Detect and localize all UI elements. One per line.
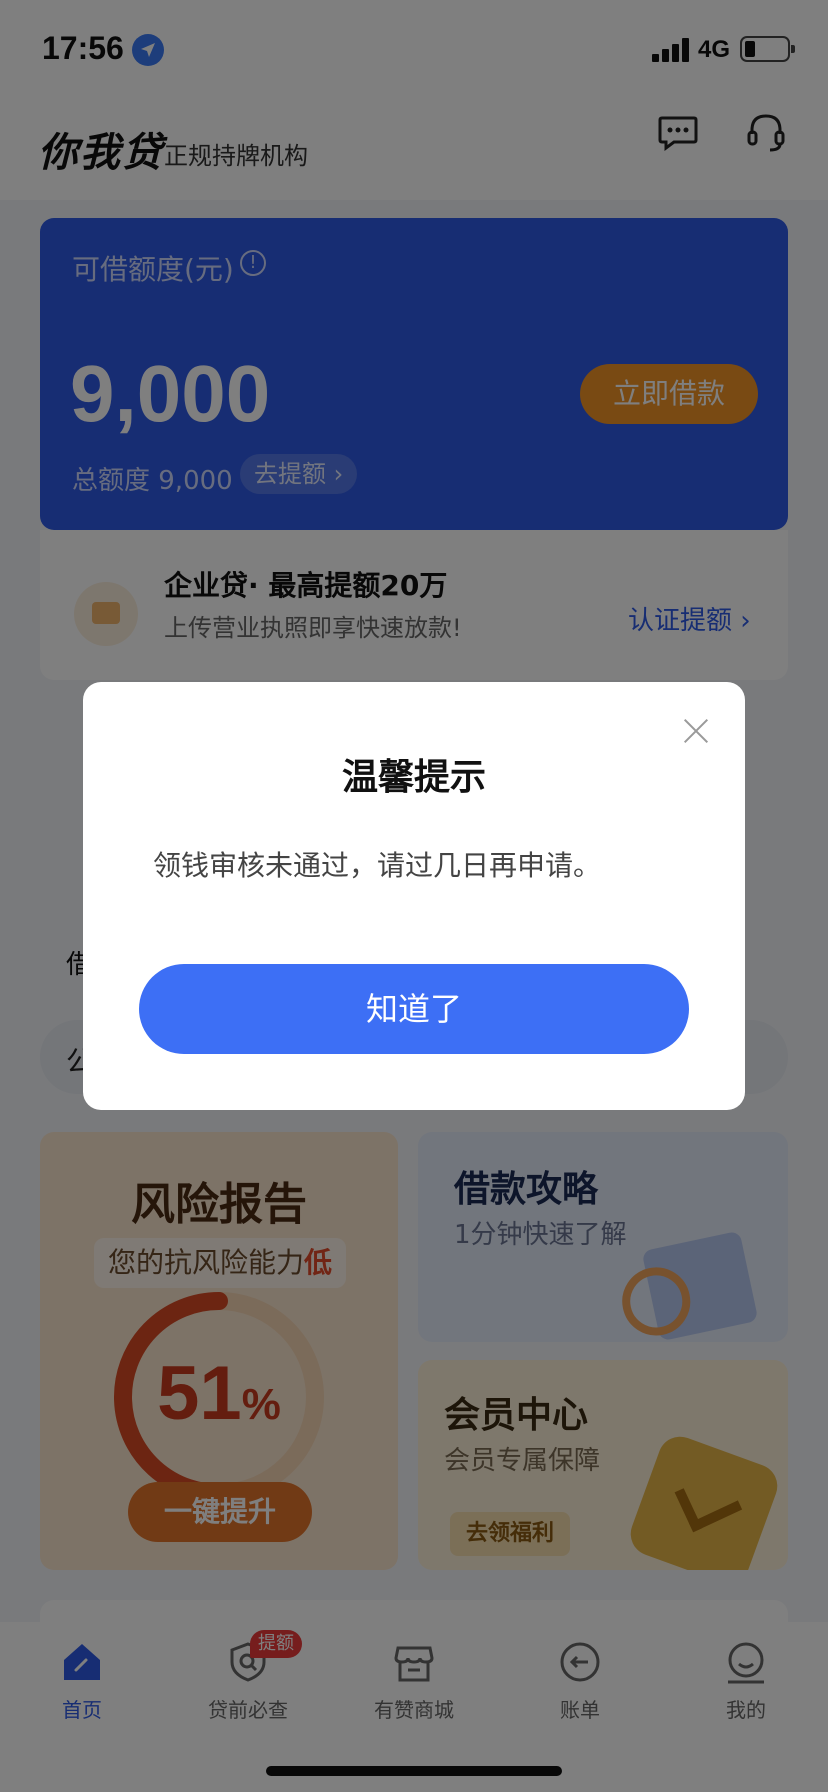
dialog-message: 领钱审核未通过，请过几日再申请。 — [153, 849, 602, 882]
close-icon[interactable] — [683, 718, 709, 744]
alert-dialog: 温馨提示 领钱审核未通过，请过几日再申请。 知道了 — [83, 682, 745, 1110]
dialog-title: 温馨提示 — [341, 757, 486, 798]
got-it-button[interactable]: 知道了 — [139, 964, 689, 1054]
